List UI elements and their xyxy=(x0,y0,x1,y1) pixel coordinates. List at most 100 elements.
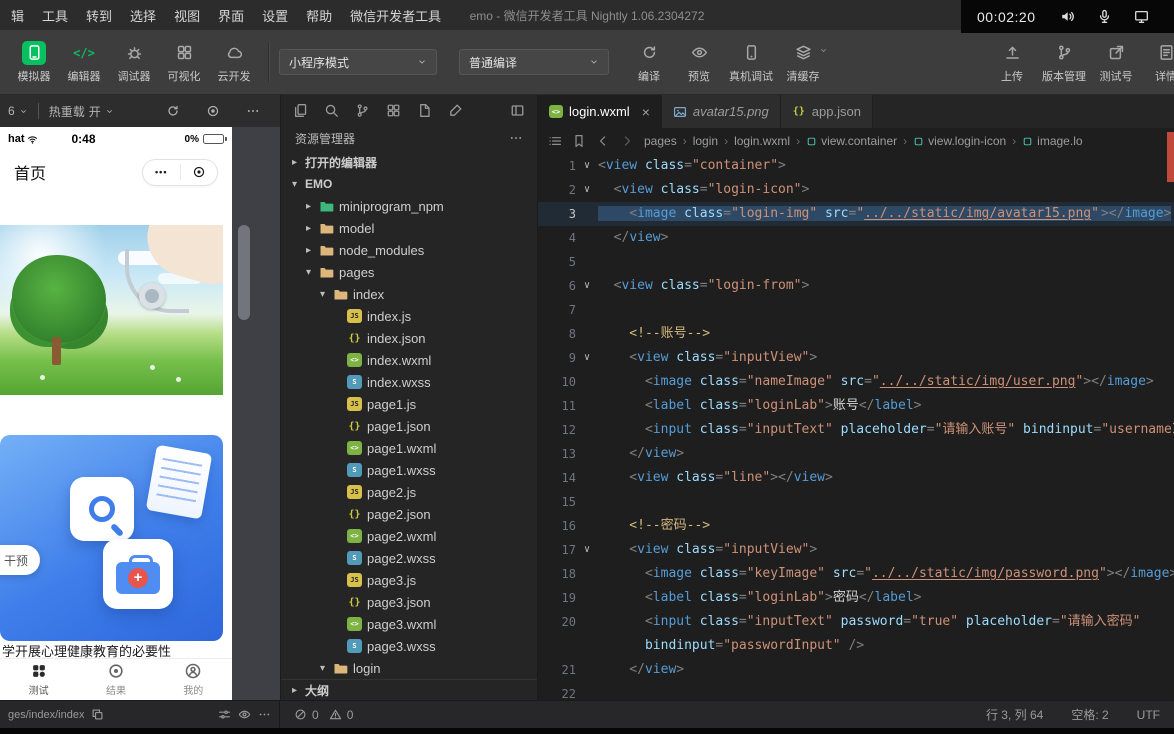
more-icon[interactable] xyxy=(246,104,260,118)
fold-icon[interactable]: ∨ xyxy=(576,274,598,298)
compile-button[interactable]: 编译 xyxy=(625,37,673,88)
simulator-button[interactable]: 模拟器 xyxy=(10,37,58,88)
tree-section-打开的编辑器[interactable]: ▸ 打开的编辑器 xyxy=(281,151,537,173)
tree-item-login[interactable]: ▾ login xyxy=(281,657,537,679)
details-button[interactable]: 详情 xyxy=(1142,37,1174,88)
collapse-panel-icon[interactable] xyxy=(510,103,525,118)
code-line-6[interactable]: 6 ∨ <view class="login-from"> xyxy=(538,274,1174,298)
exit-miniprogram-button[interactable] xyxy=(181,165,218,179)
chevron-down-icon[interactable] xyxy=(819,46,828,55)
code-line-22[interactable]: 22 xyxy=(538,682,1174,700)
tree-item-page2.wxss[interactable]: Spage2.wxss xyxy=(281,547,537,569)
code-area[interactable]: 1 ∨ <view class="container"> 2 ∨ <view class… xyxy=(538,154,1174,700)
navigate-forward-icon[interactable] xyxy=(620,134,634,148)
cloud-dev-button[interactable]: 云开发 xyxy=(210,37,258,88)
breadcrumb-login[interactable]: login xyxy=(693,134,718,148)
tab-login-wxml[interactable]: <> login.wxml × xyxy=(538,95,662,128)
code-line-10[interactable]: 10 <image class="nameImage" src="../../s… xyxy=(538,370,1174,394)
fold-icon[interactable]: ∨ xyxy=(576,154,598,178)
eye-icon[interactable] xyxy=(238,708,251,721)
clear-cache-button[interactable]: 清缓存 xyxy=(779,37,827,88)
debugger-button[interactable]: 调试器 xyxy=(110,37,158,88)
fold-icon[interactable]: ∨ xyxy=(576,346,598,370)
version-control-button[interactable]: 版本管理 xyxy=(1038,37,1090,88)
menu-item-1[interactable]: 辑 xyxy=(2,0,33,30)
promo-card[interactable]: 干预 xyxy=(0,435,223,641)
debug-settings-icon[interactable] xyxy=(218,708,231,721)
menu-item-5[interactable]: 视图 xyxy=(165,0,209,30)
more-icon[interactable] xyxy=(258,708,271,721)
bookmark-icon[interactable] xyxy=(572,134,586,148)
fold-icon[interactable]: ∨ xyxy=(576,538,598,562)
menu-item-6[interactable]: 界面 xyxy=(209,0,253,30)
tree-item-page1.wxml[interactable]: <> page1.wxml xyxy=(281,437,537,459)
search-icon[interactable] xyxy=(324,103,339,118)
breadcrumb-view.login-icon[interactable]: view.login-icon xyxy=(913,134,1006,148)
menu-item-9[interactable]: 微信开发者工具 xyxy=(341,0,450,30)
tree-item-index.json[interactable]: {} index.json xyxy=(281,327,537,349)
code-line-19[interactable]: 19 <label class="loginLab">密码</label> xyxy=(538,586,1174,610)
code-line-11[interactable]: 11 <label class="loginLab">账号</label> xyxy=(538,394,1174,418)
file-icon[interactable] xyxy=(417,103,432,118)
menu-item-4[interactable]: 选择 xyxy=(121,0,165,30)
outline-icon[interactable] xyxy=(548,134,562,148)
code-line-17[interactable]: 17 ∨ <view class="inputView"> xyxy=(538,538,1174,562)
cursor-position[interactable]: 行 3, 列 64 xyxy=(986,706,1043,723)
grid-icon[interactable] xyxy=(386,103,401,118)
tree-section-大纲[interactable]: ▸ 大纲 xyxy=(281,679,537,700)
code-line-14[interactable]: 14 <view class="line"></view> xyxy=(538,466,1174,490)
files-icon[interactable] xyxy=(293,103,308,118)
compile-mode-select[interactable]: 普通编译 xyxy=(459,49,609,75)
tree-item-page1.js[interactable]: JS page1.js xyxy=(281,393,537,415)
version-icon[interactable] xyxy=(355,103,370,118)
speaker-icon[interactable] xyxy=(1060,9,1075,24)
encoding[interactable]: UTF xyxy=(1137,708,1160,722)
tree-item-pages[interactable]: ▾ pages xyxy=(281,261,537,283)
tree-item-model[interactable]: ▸ model xyxy=(281,217,537,239)
tree-item-index.wxml[interactable]: <> index.wxml xyxy=(281,349,537,371)
more-menu-button[interactable]: ••• xyxy=(143,167,180,177)
tab-avatar15-png[interactable]: avatar15.png xyxy=(661,95,781,128)
fold-icon[interactable]: ∨ xyxy=(576,178,598,202)
tab-app-json[interactable]: {} app.json xyxy=(780,95,873,128)
code-line-3[interactable]: 3 <image class="login-img" src="../../st… xyxy=(538,202,1174,226)
preview-button[interactable]: 预览 xyxy=(675,37,723,88)
menu-item-2[interactable]: 工具 xyxy=(33,0,77,30)
code-line-13[interactable]: 13 </view> xyxy=(538,442,1174,466)
code-line-16[interactable]: 16 <!--密码--> xyxy=(538,514,1174,538)
microphone-icon[interactable] xyxy=(1097,9,1112,24)
tree-item-index.js[interactable]: JS index.js xyxy=(281,305,537,327)
brush-icon[interactable] xyxy=(448,103,463,118)
upload-button[interactable]: 上传 xyxy=(988,37,1036,88)
hot-reload-toggle[interactable]: 热重载 开 xyxy=(49,103,114,120)
breadcrumb-view.container[interactable]: view.container xyxy=(806,134,897,148)
record-icon[interactable] xyxy=(206,104,220,118)
menu-item-8[interactable]: 帮助 xyxy=(297,0,341,30)
tree-item-page3.js[interactable]: JS page3.js xyxy=(281,569,537,591)
code-line-9[interactable]: 9 ∨ <view class="inputView"> xyxy=(538,346,1174,370)
tree-item-page1.wxss[interactable]: Spage1.wxss xyxy=(281,459,537,481)
code-line-18[interactable]: 18 <image class="keyImage" src="../../st… xyxy=(538,562,1174,586)
code-line-20[interactable]: 20 <input class="inputText" password="tr… xyxy=(538,610,1174,634)
breadcrumb-image.lo[interactable]: image.lo xyxy=(1022,134,1083,148)
code-line-15[interactable]: 15 xyxy=(538,490,1174,514)
code-line-12[interactable]: 12 <input class="inputText" placeholder=… xyxy=(538,418,1174,442)
tree-item-page2.wxml[interactable]: <> page2.wxml xyxy=(281,525,537,547)
breadcrumb-pages[interactable]: pages xyxy=(644,134,677,148)
real-device-debug-button[interactable]: 真机调试 xyxy=(725,37,777,88)
tree-item-page3.wxss[interactable]: Spage3.wxss xyxy=(281,635,537,657)
test-account-button[interactable]: 测试号 xyxy=(1092,37,1140,88)
close-icon[interactable]: × xyxy=(642,104,650,120)
tree-item-index.wxss[interactable]: Sindex.wxss xyxy=(281,371,537,393)
editor-button[interactable]: </> 编辑器 xyxy=(60,37,108,88)
tree-item-node_modules[interactable]: ▸ node_modules xyxy=(281,239,537,261)
more-actions-icon[interactable] xyxy=(509,131,523,145)
tree-item-miniprogram_npm[interactable]: ▸ miniprogram_npm xyxy=(281,195,537,217)
indentation[interactable]: 空格: 2 xyxy=(1071,706,1108,723)
display-icon[interactable] xyxy=(1134,9,1149,24)
phone-tab-mine[interactable]: 我的 xyxy=(155,659,232,700)
tree-item-page2.json[interactable]: {} page2.json xyxy=(281,503,537,525)
phone-tab-result[interactable]: 结果 xyxy=(77,659,154,700)
code-line-1[interactable]: 1 ∨ <view class="container"> xyxy=(538,154,1174,178)
code-line-wrap[interactable]: bindinput="passwordInput" /> xyxy=(538,634,1174,658)
